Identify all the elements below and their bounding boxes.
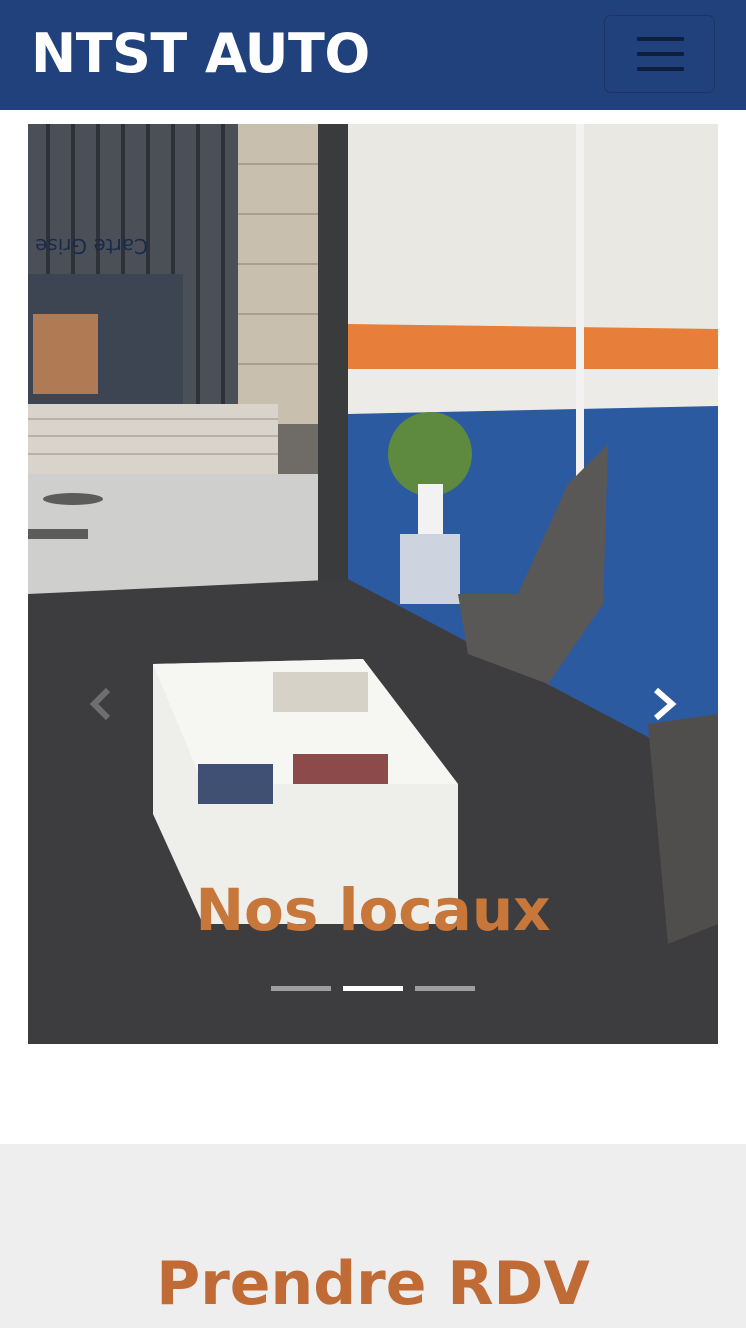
carousel-prev-button[interactable] [82, 684, 122, 724]
svg-text:Carte Grise: Carte Grise [35, 234, 148, 258]
menu-toggle-button[interactable] [604, 15, 715, 93]
carousel-next-button[interactable] [644, 684, 684, 724]
hamburger-menu-icon-bar [637, 67, 684, 71]
appointment-section-title: Prendre RDV [156, 1249, 590, 1319]
carousel-indicator-2[interactable] [343, 986, 403, 991]
hamburger-menu-icon-bar [637, 52, 684, 56]
chevron-right-icon [654, 687, 677, 721]
chevron-left-icon [89, 687, 111, 721]
hamburger-menu-icon [637, 37, 684, 41]
navbar: NTST AUTO [0, 0, 746, 110]
carousel-indicators [271, 986, 481, 991]
brand-logo-link[interactable]: NTST AUTO [31, 22, 370, 86]
carousel-caption: Nos locaux [195, 876, 551, 944]
carousel-indicator-1[interactable] [271, 986, 331, 991]
carousel-indicator-3[interactable] [415, 986, 475, 991]
